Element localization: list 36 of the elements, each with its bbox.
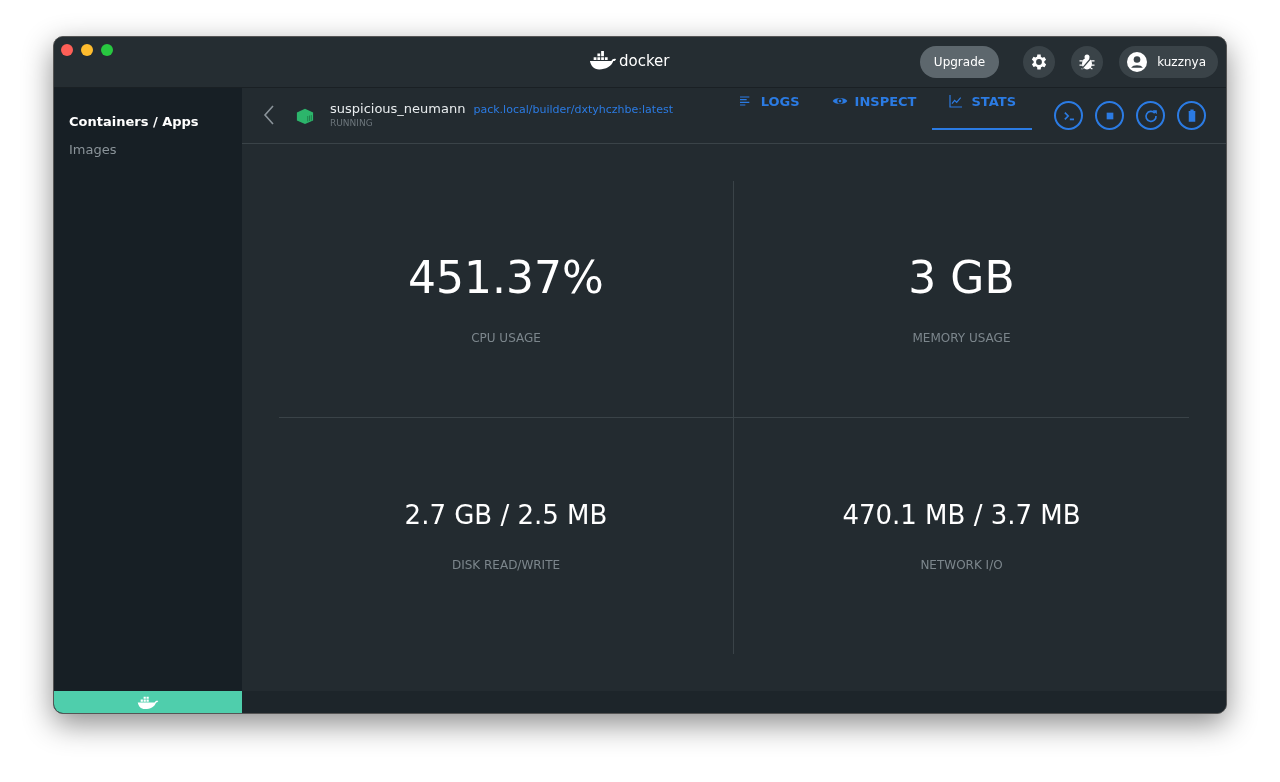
tab[interactable]: LOGS bbox=[721, 88, 816, 130]
container-name: suspicious_neumann bbox=[330, 101, 466, 116]
image-link[interactable]: pack.local/builder/dxtyhczhbe:latest bbox=[473, 103, 673, 116]
chevron-left-icon bbox=[263, 104, 275, 125]
line-chart-icon bbox=[948, 93, 965, 109]
tab[interactable]: INSPECT bbox=[815, 88, 933, 130]
minimize-button[interactable] bbox=[81, 44, 93, 56]
stat-value: 2.7 GB / 2.5 MB bbox=[404, 499, 608, 530]
delete-button[interactable] bbox=[1177, 101, 1206, 130]
zoom-button[interactable] bbox=[101, 44, 113, 56]
stop-button[interactable] bbox=[1095, 101, 1124, 130]
upgrade-button[interactable]: Upgrade bbox=[919, 46, 1000, 78]
stat-value: 470.1 MB / 3.7 MB bbox=[842, 499, 1081, 530]
whale-icon bbox=[137, 694, 159, 710]
terminal-button[interactable] bbox=[1054, 101, 1083, 130]
container-icon bbox=[294, 106, 316, 125]
stat-value: 451.37% bbox=[408, 252, 604, 304]
whale-icon bbox=[589, 51, 617, 71]
tab[interactable]: STATS bbox=[932, 88, 1032, 130]
sidebar-item[interactable]: Images bbox=[69, 136, 227, 164]
restart-button[interactable] bbox=[1136, 101, 1165, 130]
app-logo-text: docker bbox=[619, 52, 670, 70]
stat-label: DISK READ/WRITE bbox=[451, 557, 561, 572]
stat-label: NETWORK I/O bbox=[920, 557, 1003, 572]
bug-icon bbox=[1077, 52, 1098, 72]
back-button[interactable] bbox=[262, 104, 276, 127]
container-status: RUNNING bbox=[330, 118, 374, 128]
stat-label: CPU USAGE bbox=[471, 331, 541, 346]
user-avatar-icon bbox=[1127, 52, 1148, 72]
close-button[interactable] bbox=[61, 44, 73, 56]
sidebar-item[interactable]: Containers / Apps bbox=[69, 108, 227, 136]
user-menu-button[interactable]: kuzznya bbox=[1119, 46, 1218, 78]
stat-label: MEMORY USAGE bbox=[912, 331, 1011, 346]
bug-report-button[interactable] bbox=[1071, 46, 1104, 78]
stat-value: 3 GB bbox=[908, 252, 1015, 304]
settings-button[interactable] bbox=[1023, 46, 1056, 78]
